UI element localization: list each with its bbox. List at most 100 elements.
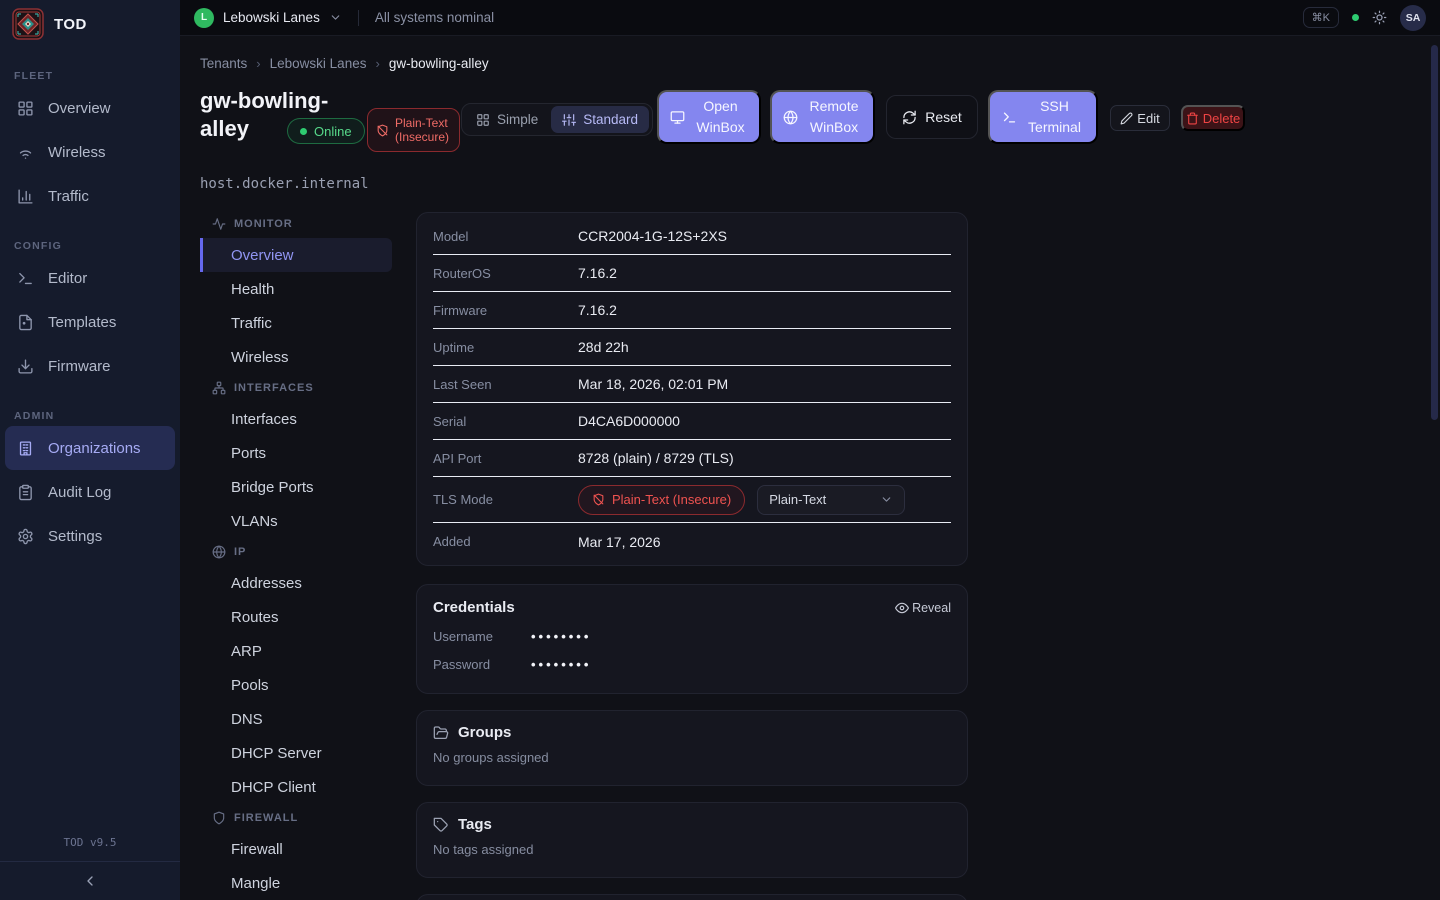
subnav-item-label: Traffic xyxy=(231,315,272,332)
building-icon xyxy=(17,440,34,457)
subnav-item-ports[interactable]: Ports xyxy=(200,436,392,470)
breadcrumb-tenants[interactable]: Tenants xyxy=(200,56,247,71)
sidebar-item-traffic[interactable]: Traffic xyxy=(5,174,175,218)
subnav-group-label: FIREWALL xyxy=(234,812,298,824)
tls-mode-select[interactable]: Plain-Text xyxy=(757,485,905,515)
credential-label: Password xyxy=(433,657,531,672)
detail-row-model: Model CCR2004-1G-12S+2XS xyxy=(433,218,951,255)
gear-icon xyxy=(17,528,34,545)
sidebar-item-label: Templates xyxy=(48,314,116,331)
subnav-item-label: Pools xyxy=(231,677,269,694)
subnav-item-dhcp-client[interactable]: DHCP Client xyxy=(200,770,392,804)
subnav-item-vlans[interactable]: VLANs xyxy=(200,504,392,538)
subnav-item-wireless[interactable]: Wireless xyxy=(200,340,392,374)
sidebar-item-audit-log[interactable]: Audit Log xyxy=(5,470,175,514)
sidebar-footer: TOD v9.5 xyxy=(0,836,180,900)
tenant-name: Lebowski Lanes xyxy=(223,10,320,25)
sidebar-item-organizations[interactable]: Organizations xyxy=(5,426,175,470)
sidebar-item-editor[interactable]: Editor xyxy=(5,256,175,300)
scrollbar-thumb[interactable] xyxy=(1431,45,1438,420)
subnav-item-traffic[interactable]: Traffic xyxy=(200,306,392,340)
groups-card: Groups No groups assigned xyxy=(416,710,968,786)
detail-value: D4CA6D000000 xyxy=(578,413,680,429)
subnav-item-health[interactable]: Health xyxy=(200,272,392,306)
sidebar-item-settings[interactable]: Settings xyxy=(5,514,175,558)
app-root: TOD FLEET Overview Wireless Traffic CONF… xyxy=(0,0,1440,900)
sidebar-item-firmware[interactable]: Firmware xyxy=(5,344,175,388)
detail-value: 7.16.2 xyxy=(578,265,617,281)
command-palette-shortcut[interactable]: ⌘K xyxy=(1303,7,1339,28)
theme-toggle-button[interactable] xyxy=(1372,10,1387,25)
tls-select-value: Plain-Text xyxy=(769,492,826,507)
remote-winbox-button[interactable]: Remote WinBox xyxy=(770,90,875,144)
subnav-item-dns[interactable]: DNS xyxy=(200,702,392,736)
subnav-item-dhcp-server[interactable]: DHCP Server xyxy=(200,736,392,770)
ssh-terminal-button[interactable]: SSH Terminal xyxy=(988,90,1098,144)
button-label: Remote WinBox xyxy=(806,96,862,138)
button-label: SSH Terminal xyxy=(1025,96,1085,138)
detail-row-added: Added Mar 17, 2026 xyxy=(433,523,951,560)
subnav-item-firewall[interactable]: Firewall xyxy=(200,832,392,866)
shield-off-icon xyxy=(592,493,605,506)
subnav-item-pools[interactable]: Pools xyxy=(200,668,392,702)
wifi-icon xyxy=(17,144,34,161)
delete-button[interactable]: Delete xyxy=(1181,105,1245,131)
tls-insecure-badge: Plain-Text (Insecure) xyxy=(578,485,745,515)
credential-row-password: Password •••••••• xyxy=(433,657,951,672)
subnav-item-interfaces[interactable]: Interfaces xyxy=(200,402,392,436)
user-avatar[interactable]: SA xyxy=(1400,5,1426,31)
subnav-item-overview[interactable]: Overview xyxy=(200,238,392,272)
toggle-option-simple[interactable]: Simple xyxy=(465,106,549,133)
tenant-switcher[interactable]: L Lebowski Lanes xyxy=(194,8,342,28)
security-badge: Plain-Text (Insecure) xyxy=(367,108,460,152)
network-icon xyxy=(212,381,226,395)
open-winbox-button[interactable]: Open WinBox xyxy=(657,90,761,144)
sidebar-collapse-button[interactable] xyxy=(0,862,180,900)
detail-row-tls-mode: TLS Mode Plain-Text (Insecure) Plain-Tex… xyxy=(433,477,951,523)
sliders-icon xyxy=(562,113,576,127)
sidebar-item-templates[interactable]: Templates xyxy=(5,300,175,344)
device-host: host.docker.internal xyxy=(200,176,369,192)
sidebar-item-overview[interactable]: Overview xyxy=(5,86,175,130)
sidebar-item-label: Settings xyxy=(48,528,102,545)
topbar-right: ⌘K SA xyxy=(1303,5,1426,31)
tenant-avatar: L xyxy=(194,8,214,28)
subnav-group-label: MONITOR xyxy=(234,218,293,230)
pencil-icon xyxy=(1120,112,1133,125)
tod-logo-icon xyxy=(12,8,44,40)
sidebar-item-wireless[interactable]: Wireless xyxy=(5,130,175,174)
subnav-item-label: DHCP Client xyxy=(231,779,316,796)
reveal-button[interactable]: Reveal xyxy=(895,601,951,615)
subnav-item-addresses[interactable]: Addresses xyxy=(200,566,392,600)
shield-off-icon xyxy=(376,124,389,137)
sidebar-section-fleet: FLEET xyxy=(14,70,166,82)
credentials-card: Credentials Reveal Username •••••••• Pas… xyxy=(416,584,968,694)
subnav-item-routes[interactable]: Routes xyxy=(200,600,392,634)
toggle-option-standard[interactable]: Standard xyxy=(551,106,649,133)
subnav-item-label: ARP xyxy=(231,643,262,660)
subnav-item-bridge-ports[interactable]: Bridge Ports xyxy=(200,470,392,504)
button-label: Reset xyxy=(925,109,962,125)
breadcrumb-separator: › xyxy=(375,56,379,71)
subnav-item-mangle[interactable]: Mangle xyxy=(200,866,392,900)
subnav-item-arp[interactable]: ARP xyxy=(200,634,392,668)
credential-masked-value: •••••••• xyxy=(531,629,591,644)
edit-button[interactable]: Edit xyxy=(1110,105,1170,131)
credentials-title: Credentials xyxy=(433,599,515,616)
chevron-down-icon xyxy=(880,493,893,506)
brand-name: TOD xyxy=(54,16,87,33)
toggle-option-label: Standard xyxy=(583,112,638,127)
detail-row-serial: Serial D4CA6D000000 xyxy=(433,403,951,440)
reset-button[interactable]: Reset xyxy=(886,95,978,139)
sidebar-item-label: Overview xyxy=(48,100,111,117)
brand[interactable]: TOD xyxy=(0,0,180,48)
breadcrumb-tenant[interactable]: Lebowski Lanes xyxy=(270,56,367,71)
detail-value: 8728 (plain) / 8729 (TLS) xyxy=(578,450,734,466)
subnav-item-label: Bridge Ports xyxy=(231,479,314,496)
trash-icon xyxy=(1186,112,1199,125)
tls-mode-controls: Plain-Text (Insecure) Plain-Text xyxy=(578,485,905,515)
sidebar-item-label: Organizations xyxy=(48,440,141,457)
subnav-group-label: IP xyxy=(234,546,246,558)
subnav-item-label: Interfaces xyxy=(231,411,297,428)
breadcrumb-current: gw-bowling-alley xyxy=(389,56,489,71)
